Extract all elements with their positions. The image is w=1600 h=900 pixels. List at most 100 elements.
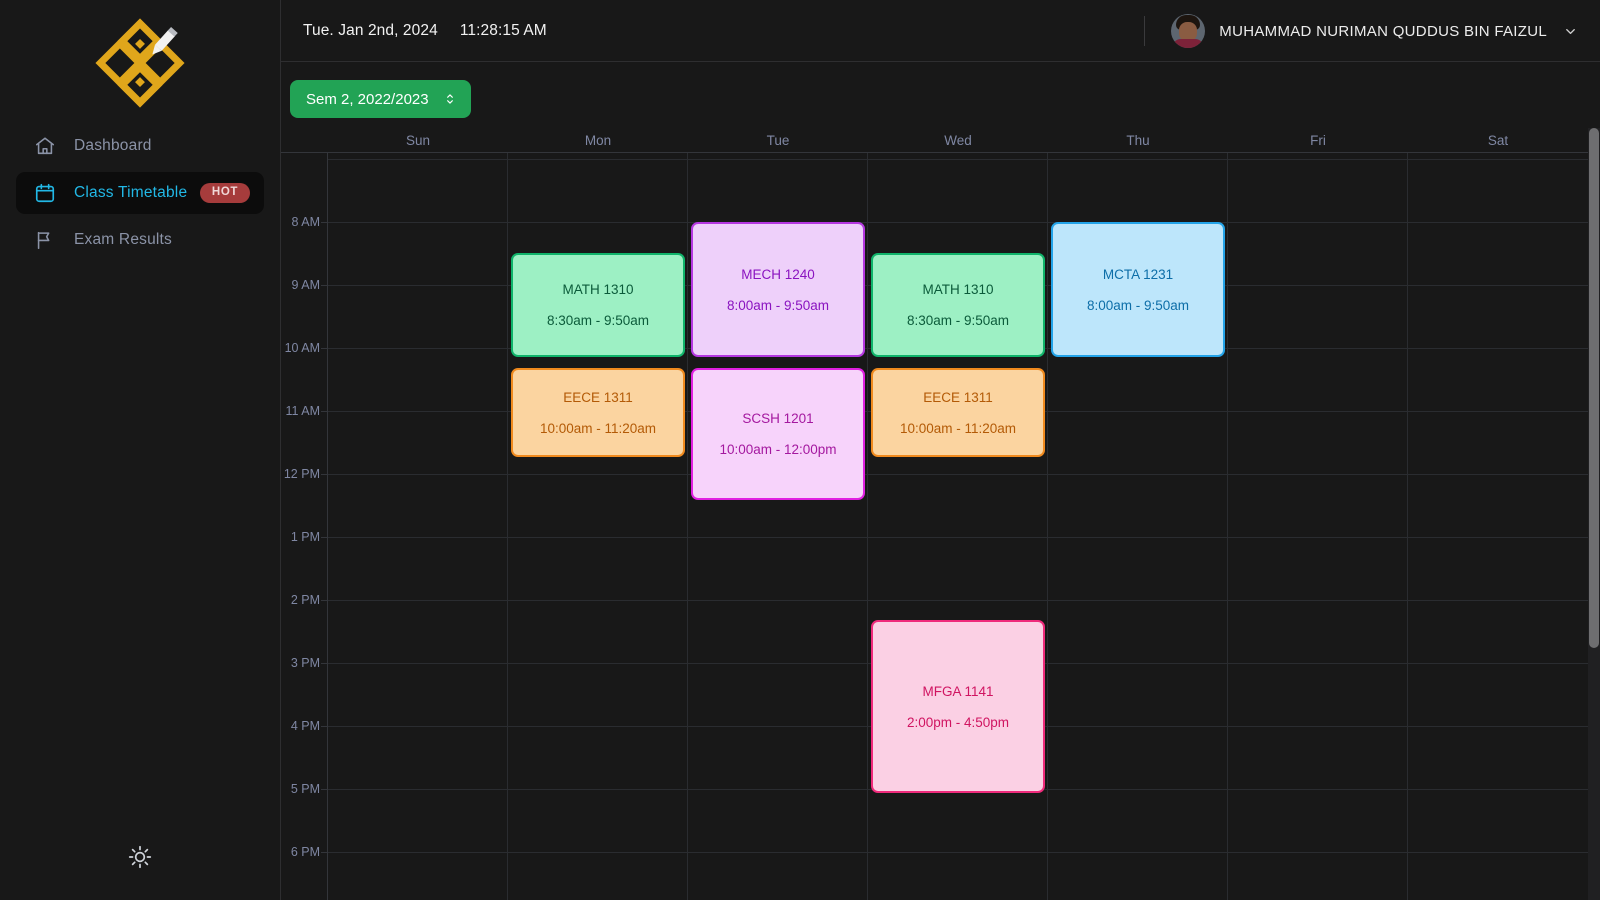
grid-line [1228,285,1407,286]
grid-line [1048,537,1227,538]
timetable-event-card[interactable]: EECE 1311 10:00am - 11:20am [871,368,1045,457]
grid-line [868,600,1047,601]
time-tick [321,411,327,412]
chevron-up-down-icon [446,94,453,104]
grid-line [1408,159,1588,160]
day-header-sat: Sat [1487,132,1509,148]
current-date: Tue. Jan 2nd, 2024 [303,21,438,39]
grid-line [1408,726,1588,727]
grid-line [1408,600,1588,601]
time-label: 3 PM [290,656,320,670]
time-tick [321,285,327,286]
day-header-wed: Wed [944,132,972,148]
scrollbar-thumb[interactable] [1589,128,1599,648]
day-column-sun[interactable] [328,153,508,900]
grid-line [1408,411,1588,412]
grid-line [1408,663,1588,664]
event-time-range: 8:00am - 9:50am [1086,297,1190,313]
calendar-corner [281,128,328,152]
timetable-event-card[interactable]: MFGA 1141 2:00pm - 4:50pm [871,620,1045,793]
time-label: 8 AM [291,215,321,229]
event-course-code: MATH 1310 [562,282,634,297]
flag-icon [37,231,50,250]
grid-line [1408,852,1588,853]
home-icon [35,137,55,155]
timetable-event-card[interactable]: MATH 1310 8:30am - 9:50am [871,253,1045,357]
app-root: Dashboard Class Timetable HOT Exam Resul… [0,0,1600,900]
time-tick [321,474,327,475]
grid-line [868,222,1047,223]
grid-line [328,663,507,664]
grid-line [1228,789,1407,790]
time-label: 9 AM [291,278,321,292]
grid-line [1408,789,1588,790]
grid-line [508,726,687,727]
grid-line [688,726,867,727]
grid-line [868,159,1047,160]
event-time-range: 10:00am - 11:20am [539,420,657,436]
grid-line [1228,474,1407,475]
grid-line [1048,726,1227,727]
grid-line [508,474,687,475]
time-tick [321,789,327,790]
grid-line [1228,222,1407,223]
day-header-thu: Thu [1126,132,1150,148]
main-content: Tue. Jan 2nd, 2024 11:28:15 AM MUHAMMAD … [281,0,1600,900]
grid-line [508,789,687,790]
sidebar-item-class-timetable[interactable]: Class Timetable HOT [16,172,264,214]
grid-line [1048,663,1227,664]
grid-line [1228,726,1407,727]
grid-line [1408,348,1588,349]
sidebar-item-label: Dashboard [74,137,152,154]
grid-line [1228,411,1407,412]
top-header-bar: Tue. Jan 2nd, 2024 11:28:15 AM MUHAMMAD … [281,0,1600,62]
grid-line [508,159,687,160]
timetable-event-card[interactable]: SCSH 1201 10:00am - 12:00pm [691,368,865,500]
vertical-scrollbar[interactable] [1588,128,1600,900]
theme-toggle-button[interactable] [0,844,280,870]
timetable-event-card[interactable]: EECE 1311 10:00am - 11:20am [511,368,685,457]
chevron-down-icon [1566,28,1575,34]
grid-line [508,663,687,664]
grid-line [1228,348,1407,349]
user-profile-menu[interactable]: MUHAMMAD NURIMAN QUDDUS BIN FAIZUL [1144,0,1578,62]
grid-line [508,852,687,853]
time-label: 10 AM [284,341,320,355]
sidebar-nav: Dashboard Class Timetable HOT Exam Resul… [0,125,280,261]
time-tick [321,222,327,223]
sidebar-item-label: Exam Results [74,231,173,248]
avatar [1171,14,1206,48]
grid-line [1228,663,1407,664]
timetable-event-card[interactable]: MECH 1240 8:00am - 9:50am [691,222,865,357]
event-course-code: EECE 1311 [923,389,993,405]
user-name: MUHAMMAD NURIMAN QUDDUS BIN FAIZUL [1219,22,1547,40]
day-header-mon: Mon [584,132,612,148]
timetable-event-card[interactable]: MCTA 1231 8:00am - 9:50am [1051,222,1225,357]
time-tick [321,726,327,727]
day-column-fri[interactable] [1228,153,1408,900]
day-column-sat[interactable] [1408,153,1588,900]
grid-line [508,537,687,538]
current-time: 11:28:15 AM [459,21,547,39]
event-time-range: 2:00pm - 4:50pm [906,714,1010,730]
grid-line [688,537,867,538]
event-course-code: EECE 1311 [563,389,633,405]
day-header-sun: Sun [405,132,431,148]
grid-line [1048,852,1227,853]
grid-line [328,348,507,349]
sidebar-item-exam-results[interactable]: Exam Results [16,219,264,261]
header-divider [1144,16,1146,46]
grid-line [688,600,867,601]
grid-line [1048,789,1227,790]
grid-line [1228,159,1407,160]
sidebar: Dashboard Class Timetable HOT Exam Resul… [0,0,281,900]
grid-line [868,474,1047,475]
time-tick [321,663,327,664]
grid-line [328,474,507,475]
calendar-body: 8 AM 9 AM 10 AM 11 AM 12 PM 1 PM 2 PM 3 PM 4 PM 5… [281,153,1588,900]
app-logo [0,0,280,125]
sidebar-item-dashboard[interactable]: Dashboard [16,125,264,167]
timetable-event-card[interactable]: MATH 1310 8:30am - 9:50am [511,253,685,357]
semester-selector[interactable]: Sem 2, 2022/2023 [290,80,471,118]
time-tick [321,348,327,349]
